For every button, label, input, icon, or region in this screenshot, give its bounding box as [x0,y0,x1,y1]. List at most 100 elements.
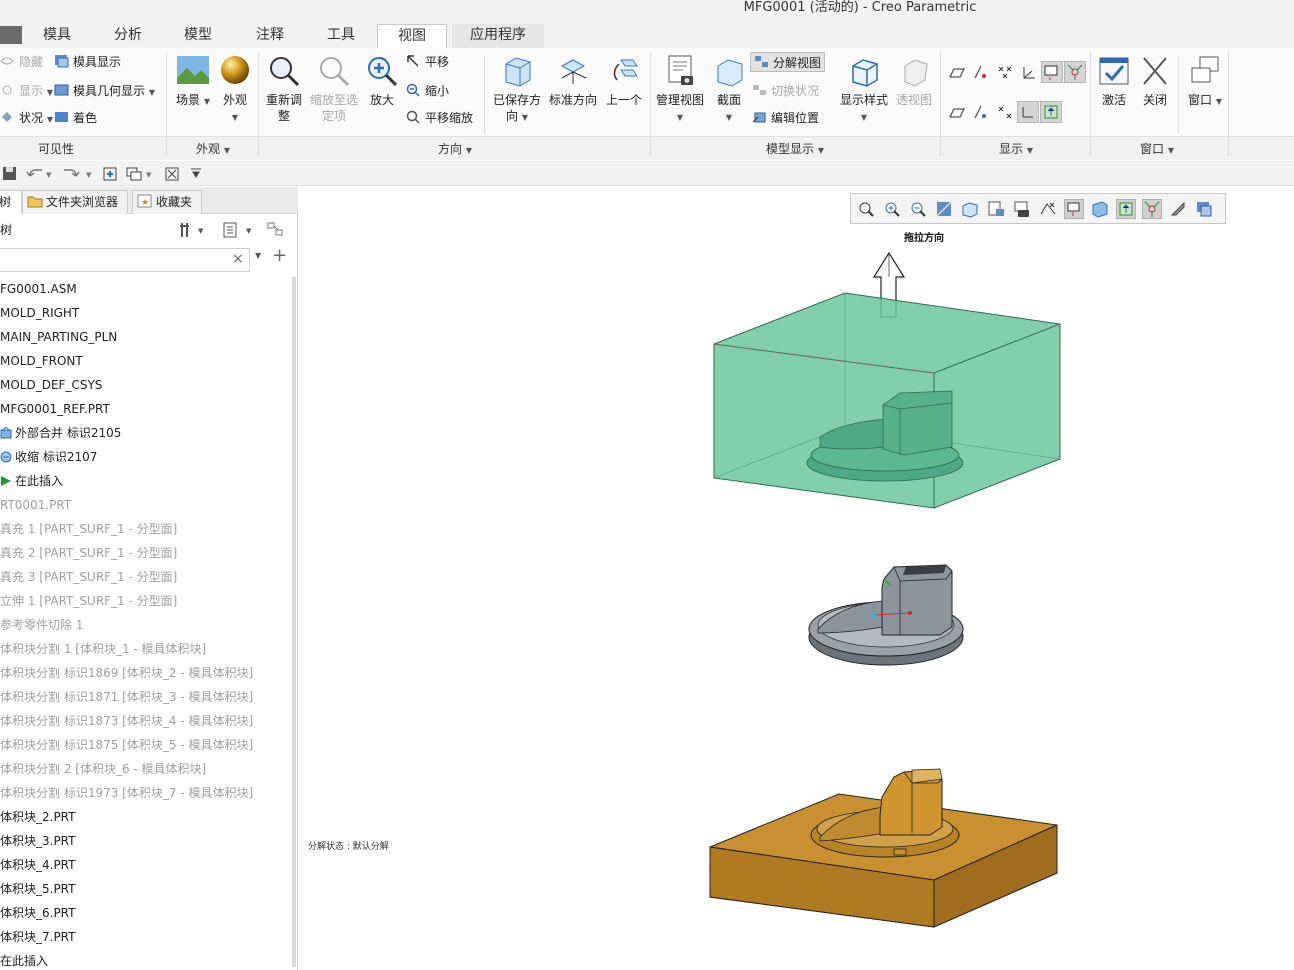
tree-row[interactable]: 体积块分割 2 [体积块_6 - 模具体积块] [0,757,298,781]
csys-tag-display-icon[interactable] [1017,101,1039,123]
refit-button[interactable]: 重新调整 [262,54,306,124]
plane-tag-display-icon[interactable] [946,101,968,123]
axis-tag-display-icon[interactable] [970,101,992,123]
tab-annotate[interactable]: 注释 [242,24,298,48]
tree-row[interactable]: 体积块分割 标识1869 [体积块_2 - 模具体积块] [0,661,298,685]
tree-row[interactable]: MOLD_RIGHT [0,301,298,325]
tree-row[interactable]: MOLD_DEF_CSYS [0,373,298,397]
redo-icon[interactable]: ▼ [64,169,92,179]
tree-row[interactable]: 真充 1 [PART_SURF_1 - 分型面] [0,517,298,541]
customize-dropdown-icon[interactable] [191,168,201,178]
tree-row[interactable]: 体积块_5.PRT [0,877,298,901]
undo-icon[interactable]: ▼ [26,169,52,179]
tree-row[interactable]: 体积块_4.PRT [0,853,298,877]
spin-center-icon[interactable] [1064,61,1086,83]
tree-settings-icon[interactable]: ▼ [178,220,208,243]
color-button[interactable]: 着色 [54,108,97,128]
tree-row[interactable]: MOLD_FRONT [0,349,298,373]
zoom-in-icon[interactable] [882,199,902,219]
add-filter-plus-icon[interactable]: + [272,245,287,266]
tree-row[interactable]: MFG0001_REF.PRT [0,397,298,421]
scene-button[interactable]: 场景 ▼ [172,54,214,110]
tree-row[interactable]: 收缩 标识2107 [0,445,298,469]
repaint-icon[interactable] [934,199,954,219]
section-display-icon[interactable] [1090,199,1110,219]
tree-row[interactable]: 体积块分割 标识1873 [体积块_4 - 模具体积块] [0,709,298,733]
window-menu-button[interactable]: 窗口 ▼ [1182,54,1228,110]
manage-views-button[interactable]: 管理视图 ▼ [654,54,706,126]
toggle-status-button[interactable]: 切换状况 [752,81,819,101]
tab-view[interactable]: 视图 [377,24,447,48]
status-button[interactable]: 状况 ▼ [0,108,53,128]
explode-view-button[interactable]: 分解视图 [750,52,826,72]
previous-orientation-button[interactable]: 上一个 [602,54,646,108]
axis-display-icon[interactable] [970,61,992,83]
tree-row[interactable]: 真充 2 [PART_SURF_1 - 分型面] [0,541,298,565]
zoom-in-button[interactable]: 放大 [362,54,402,108]
file-menu-button[interactable] [0,26,22,44]
mold-geometry-display-button[interactable]: 模具几何显示 ▼ [54,81,155,101]
spin-center-icon[interactable] [1142,199,1162,219]
refit-icon[interactable] [856,199,876,219]
tree-row[interactable]: 参考零件切除 1 [0,613,298,637]
mold-display-icon[interactable] [1194,199,1214,219]
windows-switch-icon[interactable]: ▼ [126,167,152,181]
tree-row[interactable]: 体积块_6.PRT [0,901,298,925]
show-button[interactable]: 显示 ▼ [0,81,53,101]
pan-zoom-button[interactable]: 平移缩放 [406,108,473,128]
tree-row[interactable]: 体积块分割 标识1973 [体积块_7 - 模具体积块] [0,781,298,805]
csys-display-icon[interactable] [1018,61,1040,83]
tree-row[interactable]: 体积块分割 标识1871 [体积块_3 - 模具体积块] [0,685,298,709]
saved-orientations-button[interactable]: 已保存方向 ▼ [490,54,544,126]
section-button[interactable]: 截面 ▼ [710,54,748,126]
tree-row[interactable]: 体积块分割 1 [体积块_1 - 模具体积块] [0,637,298,661]
tree-row[interactable]: 在此插入 [0,469,298,493]
display-style-button[interactable]: 显示样式 ▼ [838,54,890,126]
tree-row[interactable]: 立伸 1 [PART_SURF_1 - 分型面] [0,589,298,613]
tab-applications[interactable]: 应用程序 [452,24,544,48]
save-icon[interactable] [3,167,16,180]
close-button[interactable]: 关闭 [1136,54,1174,108]
tree-columns-icon[interactable]: ▼ [222,220,254,243]
regenerate-icon[interactable] [103,167,117,181]
saved-orientations-icon[interactable] [960,199,980,219]
tree-row[interactable]: 体积块_3.PRT [0,829,298,853]
appearance-button[interactable]: 外观 ▼ [216,54,254,126]
annotation-display-icon[interactable] [1041,61,1063,83]
mold-display-button[interactable]: 模具显示 [54,52,121,72]
perspective-button[interactable]: 透视图 [892,54,936,108]
tree-row[interactable]: RT0001.PRT [0,493,298,517]
tab-folder-browser[interactable]: 文件夹浏览器 [22,190,128,214]
3d-notes-icon[interactable] [1116,199,1136,219]
search-options-chevron-down-icon[interactable]: ▼ [255,251,261,260]
view-manager-icon[interactable] [986,199,1006,219]
camera-icon[interactable] [1012,199,1032,219]
3d-notes-display-icon[interactable] [1040,101,1062,123]
edit-position-button[interactable]: 编辑位置 [752,108,819,128]
zoom-to-selected-button[interactable]: 缩放至选 定项 [308,54,360,124]
tab-model[interactable]: 模型 [170,24,226,48]
tree-search-input[interactable]: × [0,248,250,272]
tree-row[interactable]: 体积块_7.PRT [0,925,298,949]
tab-tools[interactable]: 工具 [313,24,369,48]
tab-mold[interactable]: 模具 [30,24,84,48]
tab-favorites[interactable]: ★ 收藏夹 [132,190,202,214]
tree-scrollbar[interactable] [292,277,296,967]
standard-orientation-button[interactable]: 标准方向 [546,54,600,108]
tree-filter-icon[interactable] [266,220,288,243]
zoom-out-icon[interactable] [908,199,928,219]
tree-row[interactable]: 在此插入 [0,949,298,970]
activate-button[interactable]: 激活 [1094,54,1134,108]
hide-button[interactable]: 隐藏 [0,52,43,72]
tree-row[interactable]: 体积块分割 标识1875 [体积块_5 - 模具体积块] [0,733,298,757]
tree-row[interactable]: 真充 3 [PART_SURF_1 - 分型面] [0,565,298,589]
pan-button[interactable]: 平移 [406,52,449,72]
close-window-icon[interactable] [165,167,179,181]
tab-analysis[interactable]: 分析 [100,24,156,48]
annotation-display-icon[interactable] [1064,199,1084,219]
zoom-out-button[interactable]: 缩小 [406,81,449,101]
tree-row[interactable]: 外部合并 标识2105 [0,421,298,445]
tree-row[interactable]: 体积块_2.PRT [0,805,298,829]
plane-display-icon[interactable] [946,61,968,83]
tree-row[interactable]: FG0001.ASM [0,277,298,301]
